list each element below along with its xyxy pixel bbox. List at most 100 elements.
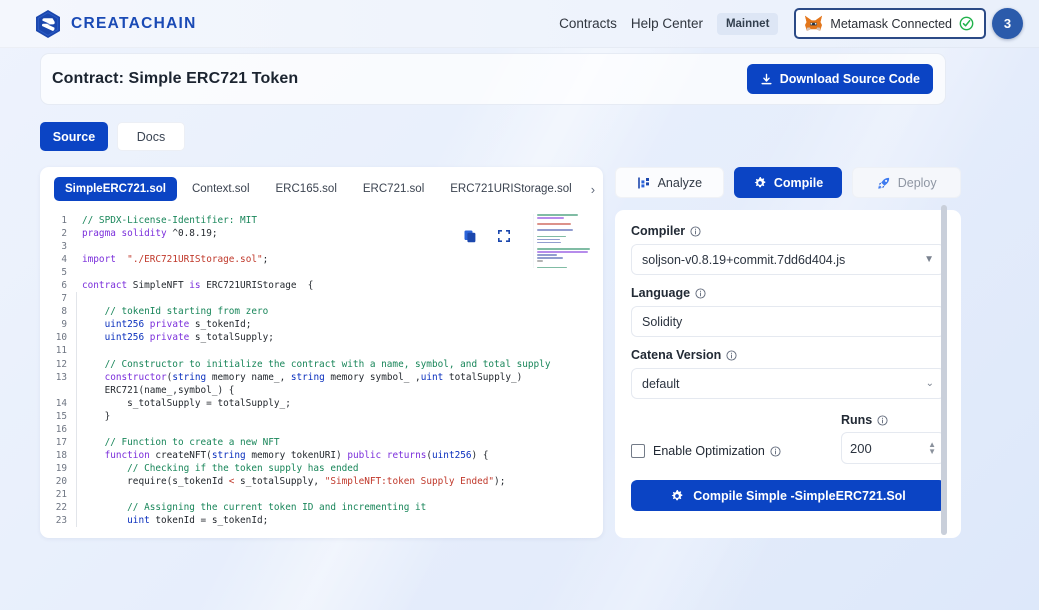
code-editor-area[interactable]: 1 // SPDX-License-Identifier: MIT 2 pragma …: [40, 211, 603, 538]
code-line-text: // Function to create a new NFT: [76, 435, 603, 449]
language-input[interactable]: Solidity: [631, 306, 945, 337]
chevron-right-icon[interactable]: ›: [589, 182, 597, 197]
code-line: 8 // tokenId starting from zero: [40, 305, 603, 319]
line-number: 17: [55, 436, 67, 448]
expand-icon[interactable]: [497, 229, 511, 243]
code-line-text: // Assigning the current token ID and in…: [76, 501, 603, 515]
file-tab-context[interactable]: Context.sol: [181, 177, 261, 201]
check-circle-icon: [959, 16, 974, 31]
metamask-status-label: Metamask Connected: [830, 16, 952, 31]
code-line: ERC721(name_,symbol_) {: [40, 383, 603, 397]
code-line-text: constructor(string memory name_, string …: [76, 370, 603, 384]
line-number: 10: [55, 332, 67, 344]
tab-compile-label: Compile: [773, 175, 824, 190]
info-icon[interactable]: [726, 349, 737, 361]
catena-version-value: default: [642, 376, 680, 391]
compiler-select[interactable]: soljson-v0.8.19+commit.7dd6d404.js ▼: [631, 244, 945, 275]
network-chip[interactable]: Mainnet: [716, 12, 779, 35]
file-tab-simpleerc721[interactable]: SimpleERC721.sol: [54, 177, 177, 201]
line-number: 20: [55, 475, 67, 487]
runs-field: Runs 200 ▲ ▼: [841, 413, 945, 464]
top-header-bar: CREATACHAIN Contracts Help Center Mainne…: [0, 0, 1039, 48]
line-number: 1: [61, 215, 67, 226]
line-number: 22: [55, 502, 67, 514]
file-tab-erc165[interactable]: ERC165.sol: [265, 177, 348, 201]
compiler-settings-card: Compiler soljson-v0.8.19+commit.7dd6d404…: [615, 210, 961, 538]
line-number: 6: [61, 280, 67, 292]
createchain-hex-logo-icon: [34, 9, 62, 39]
code-line-text: // Constructor to initialize the contrac…: [76, 357, 603, 371]
line-number: 23: [55, 515, 67, 527]
compiler-field: Compiler soljson-v0.8.19+commit.7dd6d404…: [631, 224, 945, 275]
stepper-down-icon[interactable]: ▼: [928, 447, 936, 455]
code-line-text: uint256 private s_totalSupply;: [76, 331, 603, 345]
catena-version-select[interactable]: default ⌄: [631, 368, 945, 399]
code-line-text: // tokenId starting from zero: [76, 305, 603, 319]
code-line: 5: [40, 266, 603, 279]
catena-version-label-row: Catena Version: [631, 348, 945, 362]
nav-help-center[interactable]: Help Center: [631, 16, 703, 31]
stepper-arrows-icon[interactable]: ▲ ▼: [928, 440, 936, 455]
info-icon[interactable]: [690, 225, 701, 237]
code-line-text: uint256 private s_tokenId;: [76, 318, 603, 332]
tab-analyze[interactable]: Analyze: [615, 167, 724, 198]
tab-compile[interactable]: Compile: [733, 167, 843, 198]
contract-title-card: Contract: Simple ERC721 Token Download S…: [40, 53, 946, 105]
compiler-value: soljson-v0.8.19+commit.7dd6d404.js: [642, 252, 846, 267]
compile-button[interactable]: Compile Simple -SimpleERC721.Sol: [631, 480, 945, 511]
runs-label-row: Runs: [841, 413, 945, 427]
rocket-icon: [877, 176, 891, 190]
code-line: 9 uint256 private s_tokenId;: [40, 318, 603, 332]
brand-logo[interactable]: CREATACHAIN: [34, 9, 197, 39]
line-number: 14: [55, 397, 67, 409]
info-icon[interactable]: [877, 414, 888, 426]
tab-deploy[interactable]: Deploy: [852, 167, 962, 198]
nav-contracts[interactable]: Contracts: [559, 16, 617, 31]
tab-docs[interactable]: Docs: [117, 122, 185, 151]
code-line-text: s_totalSupply = totalSupply_;: [76, 396, 603, 410]
file-tab-strip: SimpleERC721.sol Context.sol ERC165.sol …: [40, 167, 603, 211]
line-number: 3: [61, 241, 67, 253]
account-badge[interactable]: 3: [992, 8, 1023, 39]
page-title: Contract: Simple ERC721 Token: [52, 70, 299, 87]
code-line: 18 function createNFT(string memory toke…: [40, 448, 603, 462]
line-number: 5: [61, 267, 67, 279]
file-tab-erc721uristorage[interactable]: ERC721URIStorage.sol: [439, 177, 582, 201]
code-line-text: // SPDX-License-Identifier: MIT: [82, 215, 257, 226]
code-line: 19 // Checking if the token supply has e…: [40, 461, 603, 475]
code-line: 1 // SPDX-License-Identifier: MIT: [40, 214, 603, 227]
tab-source[interactable]: Source: [40, 122, 108, 151]
enable-optimization-checkbox[interactable]: [631, 444, 645, 458]
code-line: 17 // Function to create a new NFT: [40, 435, 603, 449]
scrollbar-thumb[interactable]: [941, 205, 947, 535]
code-minimap[interactable]: [533, 214, 595, 268]
metamask-connected-button[interactable]: Metamask Connected: [794, 8, 986, 39]
code-line: 6 contract SimpleNFT is ERC721URIStorage …: [40, 279, 603, 292]
tab-analyze-label: Analyze: [657, 175, 703, 190]
info-icon[interactable]: [770, 445, 781, 457]
line-number: 18: [55, 449, 67, 461]
file-tab-erc721[interactable]: ERC721.sol: [352, 177, 435, 201]
info-icon[interactable]: [695, 287, 706, 299]
download-icon: [760, 73, 773, 86]
line-number: 9: [61, 319, 67, 331]
tab-deploy-label: Deploy: [897, 175, 937, 190]
download-source-code-button[interactable]: Download Source Code: [746, 64, 933, 94]
code-line-text: pragma solidity ^0.8.19;: [82, 228, 218, 240]
code-line: 2 pragma solidity ^0.8.19;: [40, 227, 603, 240]
code-line-text: }: [76, 409, 603, 423]
line-number: 21: [55, 488, 67, 500]
language-value: Solidity: [642, 314, 683, 329]
enable-optimization-control[interactable]: Enable Optimization: [631, 444, 781, 464]
copy-icon[interactable]: [463, 229, 477, 243]
runs-stepper[interactable]: 200 ▲ ▼: [841, 432, 945, 464]
code-action-icons: [463, 229, 511, 243]
code-line: 13 constructor(string memory name_, stri…: [40, 370, 603, 384]
view-tabs: Source Docs: [40, 122, 185, 151]
code-line: 10 uint256 private s_totalSupply;: [40, 331, 603, 345]
right-panel-scrollbar[interactable]: [941, 205, 947, 535]
line-number: 8: [61, 306, 67, 318]
language-field: Language Solidity: [631, 286, 945, 337]
download-button-label: Download Source Code: [779, 72, 920, 86]
